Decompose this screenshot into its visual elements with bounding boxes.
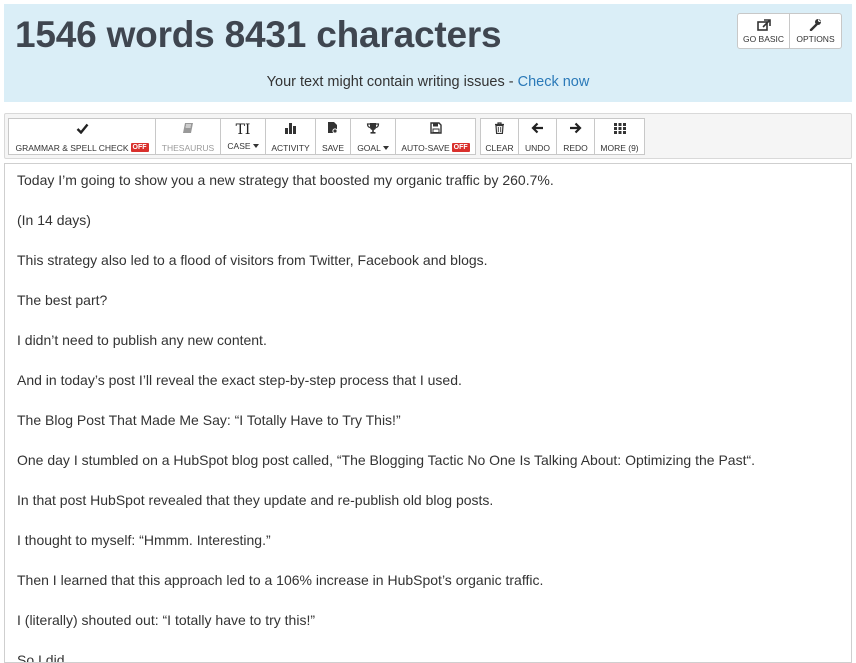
arrow-left-icon (531, 121, 544, 139)
grammar-spell-check-button[interactable]: GRAMMAR & SPELL CHECK OFF (8, 118, 156, 155)
stats-header: 1546 words 8431 characters GO BASIC OPTI (4, 4, 852, 102)
editor-paragraph: I (literally) shouted out: “I totally ha… (17, 612, 316, 628)
writing-issues-text: Your text might contain writing issues - (266, 74, 518, 90)
editor-paragraph: This strategy also led to a flood of vis… (17, 252, 488, 268)
grid-icon (613, 121, 626, 139)
arrow-right-icon (569, 121, 582, 139)
grammar-label: GRAMMAR & SPELL CHECK (15, 142, 129, 153)
bar-chart-icon (284, 121, 297, 139)
check-now-link[interactable]: Check now (518, 74, 590, 90)
go-basic-label: GO BASIC (742, 33, 785, 44)
more-button[interactable]: MORE (9) (594, 118, 645, 155)
editor-paragraph: And in today’s post I’ll reveal the exac… (17, 372, 462, 388)
goal-dropdown-button[interactable]: GOAL (350, 118, 396, 155)
editor-paragraph: So I did. (17, 652, 69, 663)
book-icon (182, 121, 194, 139)
case-label: CASE (227, 140, 251, 151)
word-character-counter: 1546 words 8431 characters (15, 14, 502, 55)
go-basic-button[interactable]: GO BASIC (737, 13, 790, 49)
text-editor[interactable]: Today I’m going to show you a new strate… (4, 163, 852, 663)
trophy-icon (366, 121, 380, 139)
trash-icon (494, 121, 505, 139)
case-caret-icon (252, 143, 259, 148)
editor-paragraph: I thought to myself: “Hmmm. Interesting.… (17, 532, 271, 548)
undo-label: UNDO (524, 142, 551, 153)
writing-issues-notice: Your text might contain writing issues -… (4, 74, 852, 90)
header-button-group: GO BASIC OPTIONS (737, 13, 842, 49)
text-case-icon: TI (235, 121, 251, 138)
editor-paragraph: I didn’t need to publish any new content… (17, 332, 267, 348)
redo-label: REDO (563, 142, 588, 153)
thesaurus-label: THESAURUS (161, 142, 215, 153)
activity-label: ACTIVITY (271, 142, 310, 153)
wrench-icon (809, 18, 822, 31)
editor-paragraph: Then I learned that this approach led to… (17, 572, 544, 588)
case-dropdown-button[interactable]: TI CASE (220, 118, 266, 155)
floppy-disk-icon (429, 121, 442, 139)
auto-save-off-badge: OFF (451, 143, 470, 152)
editor-toolbar: GRAMMAR & SPELL CHECK OFF THESAURUS TI CA… (4, 113, 852, 159)
editor-paragraph: One day I stumbled on a HubSpot blog pos… (17, 452, 756, 468)
more-label: MORE (9) (600, 142, 639, 153)
activity-button[interactable]: ACTIVITY (265, 118, 316, 155)
editor-paragraph: The best part? (17, 292, 108, 308)
redo-button[interactable]: REDO (556, 118, 595, 155)
save-button[interactable]: SAVE (315, 118, 351, 155)
editor-paragraph: Today I’m going to show you a new strate… (17, 172, 554, 188)
thesaurus-button[interactable]: THESAURUS (155, 118, 221, 155)
save-file-icon (327, 121, 339, 139)
clear-button[interactable]: CLEAR (480, 118, 519, 155)
goal-label: GOAL (357, 142, 381, 153)
options-button[interactable]: OPTIONS (789, 13, 842, 49)
external-link-icon (756, 18, 771, 31)
save-label: SAVE (321, 142, 345, 153)
auto-save-label: AUTO-SAVE (401, 142, 450, 153)
goal-caret-icon (382, 145, 389, 150)
options-label: OPTIONS (796, 34, 835, 44)
auto-save-button[interactable]: AUTO-SAVE OFF (395, 118, 476, 155)
undo-button[interactable]: UNDO (518, 118, 557, 155)
checkmark-icon (76, 121, 89, 139)
editor-paragraph: In that post HubSpot revealed that they … (17, 492, 494, 508)
grammar-off-badge: OFF (130, 143, 149, 152)
editor-paragraph: The Blog Post That Made Me Say: “I Total… (17, 412, 401, 428)
editor-paragraph: (In 14 days) (17, 212, 91, 228)
clear-label: CLEAR (485, 142, 514, 153)
